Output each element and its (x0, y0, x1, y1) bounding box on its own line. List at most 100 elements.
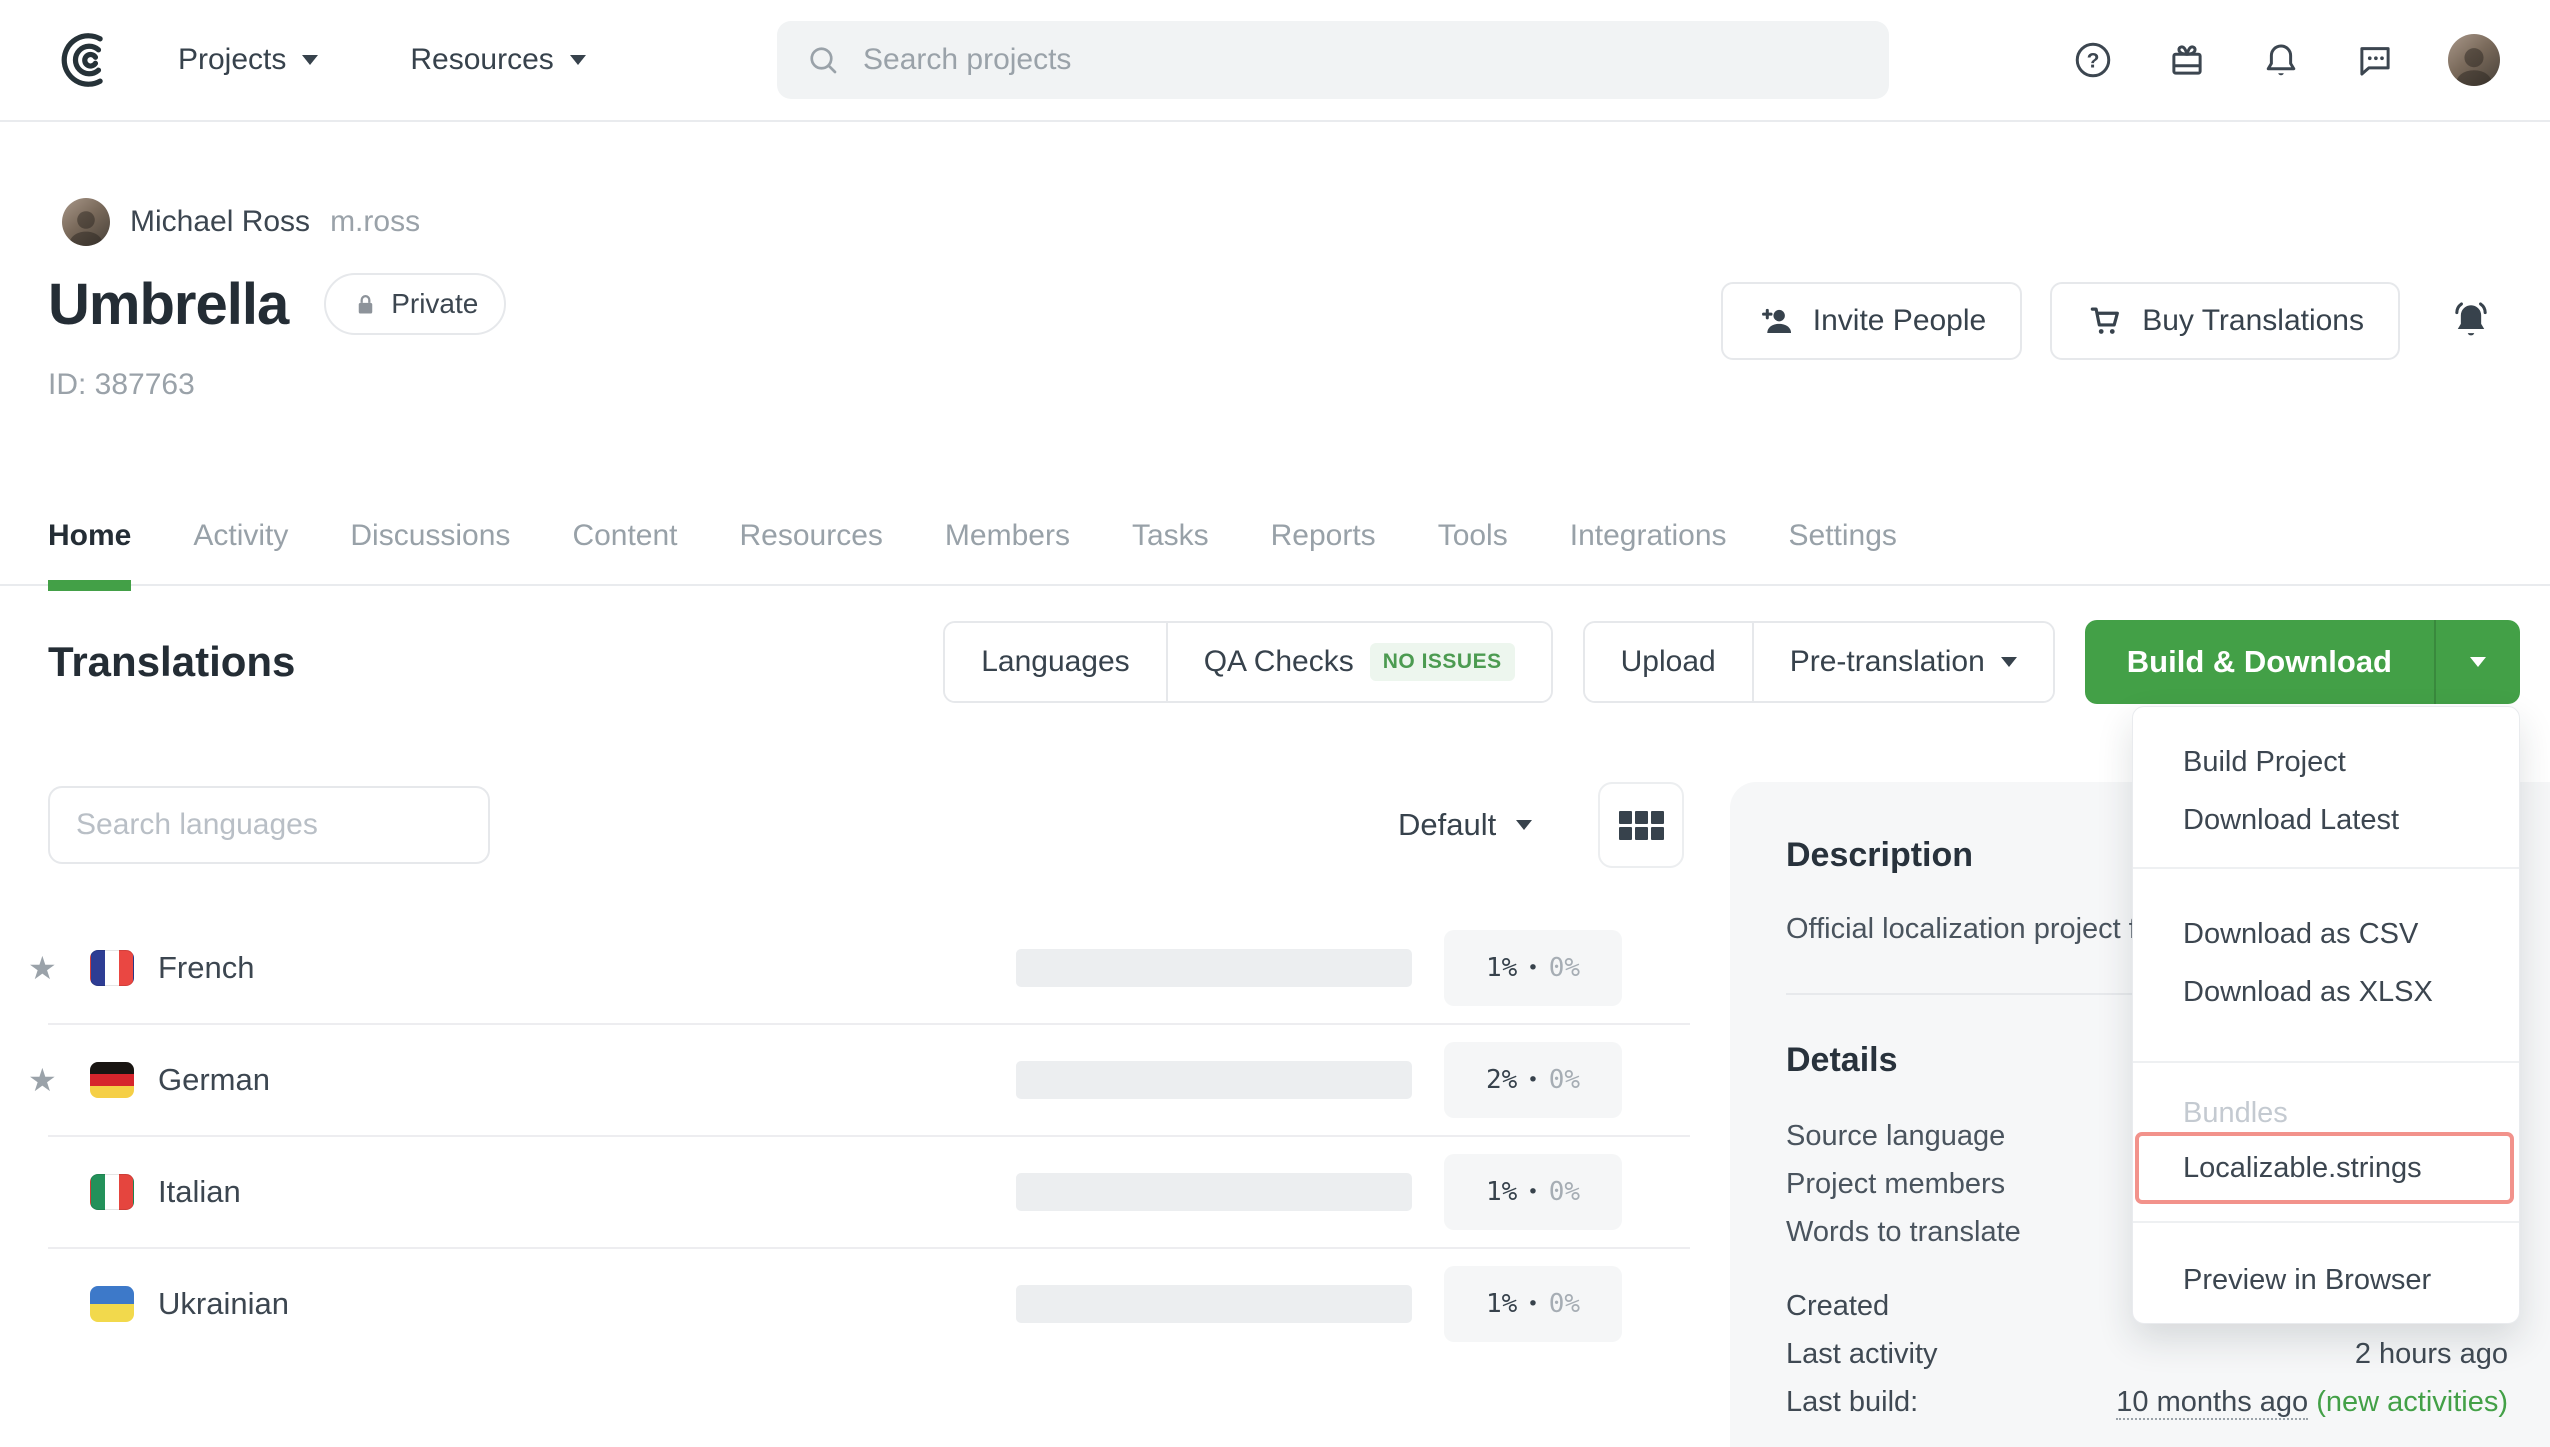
menu-item-localizable-strings[interactable]: Localizable.strings (2133, 1139, 2519, 1197)
build-download-menu: Build Project Download Latest Download a… (2132, 706, 2520, 1324)
project-tab[interactable]: Activity (193, 488, 288, 584)
user-avatar[interactable] (2448, 34, 2500, 86)
invite-people-button[interactable]: Invite People (1721, 282, 2022, 360)
favorite-star-icon[interactable]: ★ (0, 1285, 90, 1323)
search-projects-input[interactable] (861, 42, 1765, 78)
buy-translations-button[interactable]: Buy Translations (2050, 282, 2400, 360)
menu-item-download-latest[interactable]: Download Latest (2133, 791, 2519, 849)
project-tab[interactable]: Members (945, 488, 1070, 584)
language-search[interactable] (48, 786, 490, 864)
messages-icon[interactable] (2354, 39, 2396, 81)
favorite-star-icon[interactable]: ★ (0, 949, 90, 987)
cart-icon (2086, 302, 2124, 340)
search-languages-input[interactable] (74, 807, 464, 843)
language-name[interactable]: Italian (158, 1174, 241, 1210)
language-list: ★ French 1% • 0% ★ German (0, 912, 1690, 1360)
nav-icon-group: ? (2072, 0, 2500, 120)
translated-percent: 1% (1486, 1289, 1517, 1319)
percent-separator: • (1527, 1293, 1538, 1315)
languages-qa-group: Languages QA Checks NO ISSUES (943, 621, 1552, 703)
qa-checks-button[interactable]: QA Checks NO ISSUES (1166, 623, 1551, 701)
language-row[interactable]: ★ Italian 1% • 0% (0, 1136, 1690, 1248)
translated-percent: 2% (1486, 1065, 1517, 1095)
project-tab[interactable]: Resources (740, 488, 883, 584)
project-tab[interactable]: Content (572, 488, 677, 584)
language-flag-icon (90, 1286, 134, 1322)
translation-percent-badge: 1% • 0% (1444, 930, 1622, 1006)
project-tab-label: Reports (1271, 519, 1376, 553)
project-tab[interactable]: Reports (1271, 488, 1376, 584)
chevron-down-icon (2470, 657, 2486, 667)
nav-menu-resources[interactable]: Resources (410, 43, 585, 77)
upload-button[interactable]: Upload (1585, 623, 1752, 701)
owner-avatar[interactable] (62, 198, 110, 246)
language-name[interactable]: French (158, 950, 254, 986)
language-flag-icon (90, 1174, 134, 1210)
percent-separator: • (1527, 957, 1538, 979)
language-name[interactable]: Ukrainian (158, 1286, 289, 1322)
section-title: Translations (48, 638, 295, 686)
project-tab-label: Discussions (350, 519, 510, 553)
project-notifications-bell-icon[interactable] (2448, 298, 2494, 344)
owner-username: m.ross (330, 205, 420, 239)
languages-button[interactable]: Languages (945, 623, 1165, 701)
approved-percent: 0% (1549, 953, 1580, 983)
translated-percent: 1% (1486, 1177, 1517, 1207)
build-download-menu-toggle[interactable] (2434, 620, 2520, 704)
project-tab[interactable]: Tasks (1132, 488, 1209, 584)
notifications-bell-icon[interactable] (2260, 39, 2302, 81)
meta-label: Created (1786, 1282, 1889, 1330)
buy-translations-label: Buy Translations (2142, 304, 2364, 338)
privacy-badge: Private (324, 273, 506, 335)
favorite-star-icon[interactable]: ★ (0, 1061, 90, 1099)
project-tab-label: Integrations (1570, 519, 1727, 553)
global-search[interactable] (777, 21, 1889, 99)
menu-section-bundles: Bundles (2133, 1091, 2519, 1135)
nav-menu-projects[interactable]: Projects (178, 43, 318, 77)
project-tab-label: Activity (193, 519, 288, 553)
project-tab-label: Members (945, 519, 1070, 553)
build-download-split-button: Build & Download (2085, 620, 2520, 704)
approved-percent: 0% (1549, 1289, 1580, 1319)
project-tab[interactable]: Tools (1438, 488, 1508, 584)
privacy-badge-label: Private (391, 288, 478, 320)
percent-separator: • (1527, 1181, 1538, 1203)
help-icon[interactable]: ? (2072, 39, 2114, 81)
pretranslation-button[interactable]: Pre-translation (1752, 623, 2053, 701)
grid-view-button[interactable] (1598, 782, 1684, 868)
language-row[interactable]: ★ French 1% • 0% (0, 912, 1690, 1024)
chevron-down-icon (570, 55, 586, 65)
language-row[interactable]: ★ Ukrainian 1% • 0% (0, 1248, 1690, 1360)
project-tab[interactable]: Integrations (1570, 488, 1727, 584)
meta-row-last-activity: Last activity 2 hours ago (1786, 1330, 2508, 1378)
sort-selected-label: Default (1398, 807, 1496, 843)
qa-checks-button-label: QA Checks (1204, 645, 1354, 679)
approved-percent: 0% (1549, 1177, 1580, 1207)
project-tab[interactable]: Settings (1789, 488, 1897, 584)
build-download-button[interactable]: Build & Download (2085, 620, 2434, 704)
search-icon (805, 42, 841, 78)
nav-menu-projects-label: Projects (178, 43, 286, 77)
menu-item-preview-in-browser[interactable]: Preview in Browser (2133, 1251, 2519, 1309)
favorite-star-icon[interactable]: ★ (0, 1173, 90, 1211)
project-tab-label: Tools (1438, 519, 1508, 553)
project-tab[interactable]: Discussions (350, 488, 510, 584)
language-flag-icon (90, 1062, 134, 1098)
app-logo-icon[interactable] (52, 27, 118, 93)
owner-name[interactable]: Michael Ross (130, 205, 310, 239)
translation-percent-badge: 2% • 0% (1444, 1042, 1622, 1118)
language-name[interactable]: German (158, 1062, 270, 1098)
menu-item-download-xlsx[interactable]: Download as XLSX (2133, 963, 2519, 1021)
gift-icon[interactable] (2166, 39, 2208, 81)
new-activities-link[interactable]: (new activities) (2316, 1386, 2508, 1418)
approved-percent: 0% (1549, 1065, 1580, 1095)
language-row[interactable]: ★ German 2% • 0% (0, 1024, 1690, 1136)
project-tab-label: Settings (1789, 519, 1897, 553)
sort-dropdown[interactable]: Default (1398, 786, 1532, 864)
translation-progress-bar (1016, 1285, 1412, 1323)
menu-item-download-csv[interactable]: Download as CSV (2133, 905, 2519, 963)
last-build-link[interactable]: 10 months ago (2116, 1386, 2308, 1420)
menu-item-build-project[interactable]: Build Project (2133, 733, 2519, 791)
percent-separator: • (1527, 1069, 1538, 1091)
project-tab[interactable]: Home (48, 488, 131, 584)
